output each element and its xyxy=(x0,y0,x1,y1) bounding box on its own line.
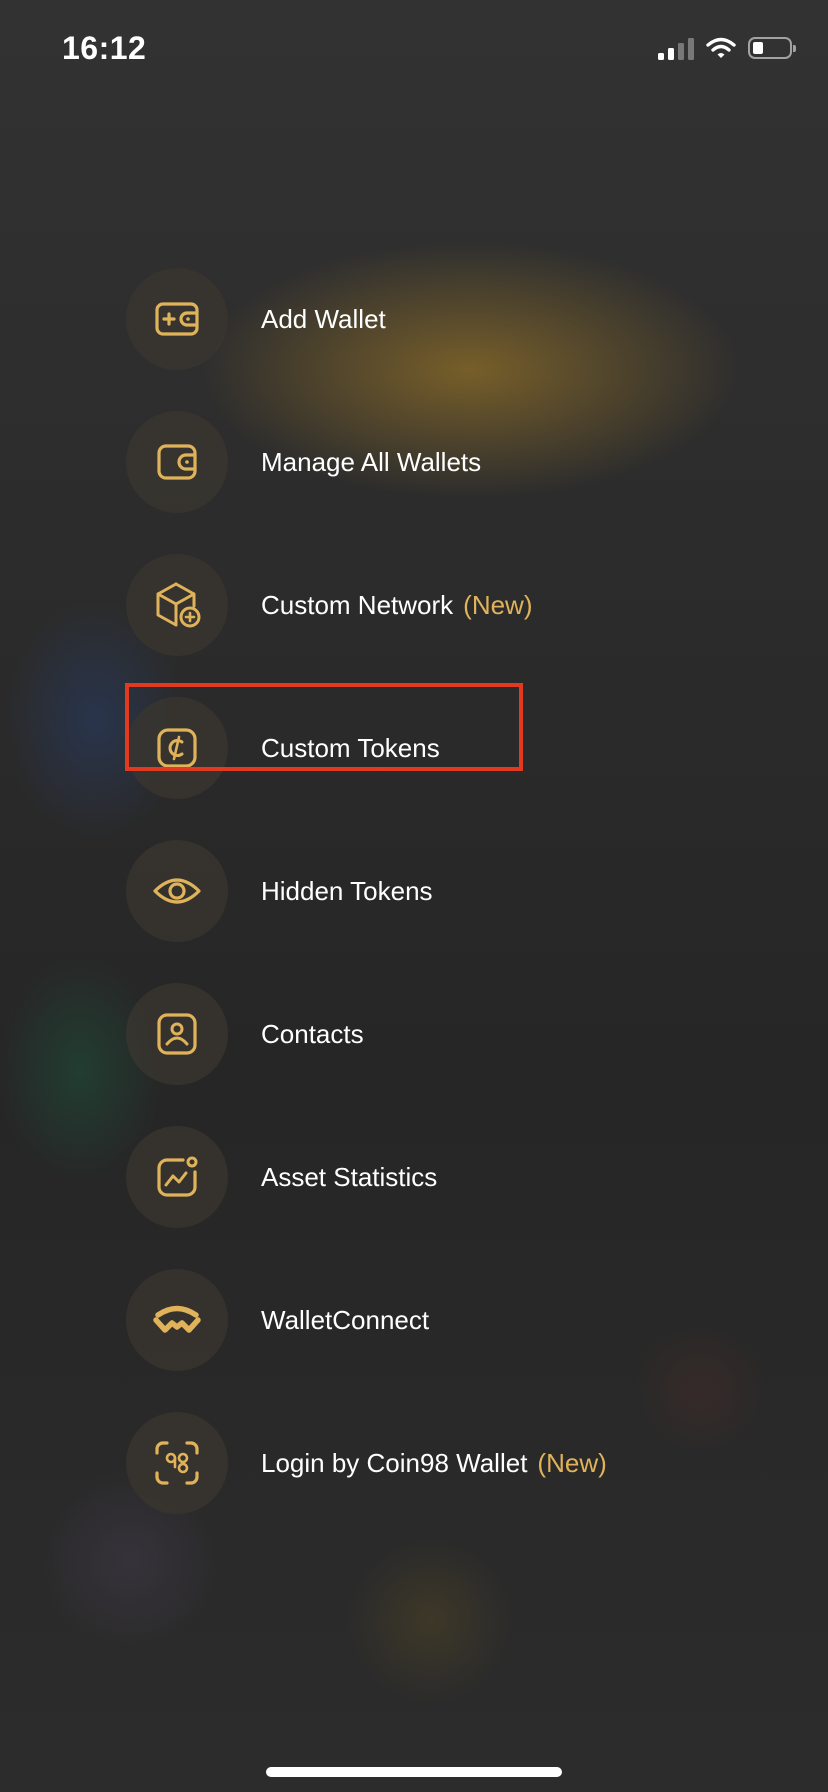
icon-circle xyxy=(126,554,228,656)
home-indicator[interactable] xyxy=(266,1767,562,1777)
menu-item-label: Login by Coin98 Wallet (New) xyxy=(261,1447,607,1478)
signal-icon xyxy=(658,36,694,60)
menu-item-hidden-tokens[interactable]: Hidden Tokens xyxy=(126,840,726,942)
battery-icon xyxy=(748,37,796,59)
icon-circle xyxy=(126,697,228,799)
eye-icon xyxy=(153,878,201,904)
walletconnect-icon xyxy=(153,1305,201,1333)
menu-item-manage-all-wallets[interactable]: Manage All Wallets xyxy=(126,411,726,513)
menu-item-label: WalletConnect xyxy=(261,1304,430,1335)
menu-item-label: Contacts xyxy=(261,1018,364,1049)
icon-circle xyxy=(126,1126,228,1228)
menu-item-asset-statistics[interactable]: Asset Statistics xyxy=(126,1126,726,1228)
wifi-icon xyxy=(706,37,736,58)
coin-icon xyxy=(157,728,197,768)
cube-plus-icon xyxy=(156,582,201,628)
add-wallet-icon xyxy=(155,302,199,336)
icon-circle xyxy=(126,411,228,513)
menu-item-label: Manage All Wallets xyxy=(261,446,482,477)
menu-item-label: Custom Network (New) xyxy=(261,589,533,620)
menu-item-label: Add Wallet xyxy=(261,303,386,334)
menu-item-login-coin98[interactable]: Login by Coin98 Wallet (New) xyxy=(126,1412,726,1514)
menu-item-label: Asset Statistics xyxy=(261,1161,438,1192)
status-icons xyxy=(658,36,796,60)
menu-item-custom-network[interactable]: Custom Network (New) xyxy=(126,554,726,656)
status-time: 16:12 xyxy=(62,30,147,66)
new-badge: (New) xyxy=(463,589,533,620)
new-badge: (New) xyxy=(537,1447,607,1478)
icon-circle xyxy=(126,840,228,942)
side-menu: Add Wallet Manage All Wallets Custom Net… xyxy=(125,268,726,1555)
menu-item-custom-tokens[interactable]: Custom Tokens xyxy=(125,683,726,799)
icon-circle xyxy=(126,983,228,1085)
scan-98-icon xyxy=(155,1441,199,1485)
wallet-icon xyxy=(157,444,197,480)
statistics-icon xyxy=(157,1156,198,1197)
icon-circle xyxy=(126,1269,228,1371)
status-bar: 16:12 xyxy=(0,0,828,100)
icon-circle xyxy=(126,268,228,370)
menu-item-label: Custom Tokens xyxy=(261,732,440,763)
contact-icon xyxy=(157,1013,197,1055)
menu-item-walletconnect[interactable]: WalletConnect xyxy=(126,1269,726,1371)
menu-item-add-wallet[interactable]: Add Wallet xyxy=(126,268,726,370)
menu-item-label: Hidden Tokens xyxy=(261,875,433,906)
icon-circle xyxy=(126,1412,228,1514)
menu-item-contacts[interactable]: Contacts xyxy=(126,983,726,1085)
